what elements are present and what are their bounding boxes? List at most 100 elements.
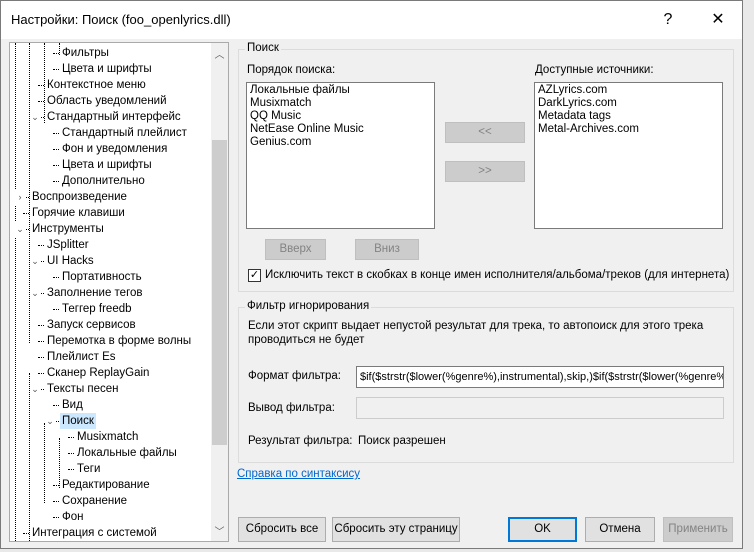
preferences-tree[interactable]: Фильтры Цвета и шрифты Контекстное меню Обл… <box>9 42 229 542</box>
reset-page-button[interactable]: Сбросить эту страницу <box>332 517 460 542</box>
tree-scrollbar[interactable]: ︿ ﹀ <box>211 43 228 541</box>
tree-connector <box>53 133 59 134</box>
move-up-button[interactable]: Вверх <box>265 239 326 260</box>
tree-item[interactable]: Сканер ReplayGain <box>45 365 151 381</box>
tree-connector <box>38 325 44 326</box>
tree-connector <box>23 533 29 534</box>
tree-item[interactable]: Цвета и шрифты <box>60 61 154 77</box>
ok-button[interactable]: OK <box>508 517 577 542</box>
scroll-up-icon[interactable]: ︿ <box>211 46 228 61</box>
tree-connector <box>68 469 74 470</box>
tree-item[interactable]: Дополнительно <box>60 173 147 189</box>
move-down-button[interactable]: Вниз <box>355 239 419 260</box>
collapse-chevron-icon[interactable]: ⌄ <box>45 413 55 429</box>
reset-all-button[interactable]: Сбросить все <box>238 517 326 542</box>
tree-item[interactable]: Цвета и шрифты <box>60 157 154 173</box>
tree-item[interactable]: Вид <box>60 397 85 413</box>
tree-item[interactable]: UI Hacks <box>45 253 96 269</box>
tree-connector <box>38 245 44 246</box>
title-bar: Настройки: Поиск (foo_openlyrics.dll) ? … <box>1 1 742 39</box>
tree-item[interactable]: Интеграция с системой <box>30 525 159 541</box>
tree-item[interactable]: Стандартный интерфейс <box>45 109 183 125</box>
close-button[interactable]: ✕ <box>701 7 735 33</box>
available-source-item[interactable]: Metadata tags <box>538 110 719 123</box>
search-group-label: Поиск <box>245 42 281 54</box>
exclude-brackets-label[interactable]: Исключить текст в скобках в конце имен и… <box>265 269 729 281</box>
available-sources-label: Доступные источники: <box>535 64 654 76</box>
tree-item[interactable]: Запуск сервисов <box>45 317 138 333</box>
available-source-item[interactable]: DarkLyrics.com <box>538 97 719 110</box>
filter-output-input <box>356 397 724 419</box>
search-order-list[interactable]: Локальные файлы Musixmatch QQ Music NetEase… <box>246 82 435 229</box>
tree-connector <box>38 341 44 342</box>
exclude-brackets-checkbox[interactable]: ✓ <box>248 269 261 282</box>
tree-connector <box>53 501 59 502</box>
search-order-item[interactable]: Локальные файлы <box>250 84 431 97</box>
remove-source-button[interactable]: >> <box>445 161 525 182</box>
tree-item[interactable]: Плейлист Es <box>45 349 118 365</box>
preferences-dialog: Настройки: Поиск (foo_openlyrics.dll) ? … <box>0 0 743 549</box>
tree-connector <box>53 405 59 406</box>
tree-guide-line <box>29 373 30 541</box>
tree-item[interactable]: Теггер freedb <box>60 301 134 317</box>
tree-guide-line <box>44 423 45 503</box>
add-source-button[interactable]: << <box>445 122 525 143</box>
syntax-help-link[interactable]: Справка по синтаксису <box>237 468 360 480</box>
tree-connector <box>53 181 59 182</box>
search-order-item[interactable]: Genius.com <box>250 136 431 149</box>
tree-item[interactable]: Область уведомлений <box>45 93 169 109</box>
collapse-chevron-icon[interactable]: ⌄ <box>30 253 40 269</box>
tree-item[interactable]: JSplitter <box>45 237 91 253</box>
tree-connector <box>38 373 44 374</box>
tree-connector <box>53 149 59 150</box>
window-title: Настройки: Поиск (foo_openlyrics.dll) <box>11 12 231 27</box>
search-order-item[interactable]: QQ Music <box>250 110 431 123</box>
tree-connector <box>38 357 44 358</box>
tree-item[interactable]: Теги <box>75 461 102 477</box>
tree-item[interactable]: Фон и уведомления <box>60 141 169 157</box>
cancel-button[interactable]: Отмена <box>585 517 655 542</box>
tree-item[interactable]: Поиск <box>60 413 96 429</box>
search-order-item[interactable]: NetEase Online Music <box>250 123 431 136</box>
tree-item[interactable]: Горячие клавиши <box>30 205 127 221</box>
tree-connector <box>68 437 74 438</box>
tree-item[interactable]: Перемотка в форме волны <box>45 333 193 349</box>
available-sources-list[interactable]: AZLyrics.com DarkLyrics.com Metadata tags M… <box>534 82 723 229</box>
tree-guide-line <box>59 438 60 488</box>
tree-item[interactable]: Воспроизведение <box>30 189 129 205</box>
tree-guide-line <box>44 43 45 123</box>
tree-connector <box>53 517 59 518</box>
tree-item[interactable]: Фон <box>60 509 86 525</box>
filter-format-label: Формат фильтра: <box>248 370 341 382</box>
tree-item[interactable]: Редактирование <box>60 477 152 493</box>
scroll-thumb[interactable] <box>212 140 227 445</box>
tree-item[interactable]: Стандартный плейлист <box>60 125 189 141</box>
tree-item[interactable]: Портативность <box>60 269 144 285</box>
tree-item[interactable]: Контекстное меню <box>45 77 148 93</box>
tree-item[interactable]: Сохранение <box>60 493 129 509</box>
tree-item[interactable]: Тексты песен <box>45 381 121 397</box>
tree-connector <box>53 53 59 54</box>
filter-output-label: Вывод фильтра: <box>248 402 335 414</box>
tree-item[interactable]: Musixmatch <box>75 429 140 445</box>
available-source-item[interactable]: AZLyrics.com <box>538 84 719 97</box>
tree-connector <box>53 485 59 486</box>
expand-chevron-icon[interactable]: › <box>15 189 25 205</box>
tree-item[interactable]: Локальные файлы <box>75 445 179 461</box>
help-button[interactable]: ? <box>651 7 685 33</box>
filter-result-label: Результат фильтра: <box>248 435 353 447</box>
ignore-filter-group-label: Фильтр игнорирования <box>245 300 372 312</box>
scroll-down-icon[interactable]: ﹀ <box>211 523 228 538</box>
tree-item[interactable]: Фильтры <box>60 45 111 61</box>
search-order-item[interactable]: Musixmatch <box>250 97 431 110</box>
apply-button[interactable]: Применить <box>663 517 733 542</box>
collapse-chevron-icon[interactable]: ⌄ <box>30 381 40 397</box>
collapse-chevron-icon[interactable]: ⌄ <box>30 285 40 301</box>
filter-result-value: Поиск разрешен <box>358 435 446 447</box>
collapse-chevron-icon[interactable]: ⌄ <box>30 109 40 125</box>
tree-item[interactable]: Инструменты <box>30 221 106 237</box>
tree-item[interactable]: Заполнение тегов <box>45 285 145 301</box>
available-source-item[interactable]: Metal-Archives.com <box>538 123 719 136</box>
collapse-chevron-icon[interactable]: ⌄ <box>15 221 25 237</box>
filter-format-input[interactable]: $if($strstr($lower(%genre%),instrumental… <box>356 366 724 388</box>
